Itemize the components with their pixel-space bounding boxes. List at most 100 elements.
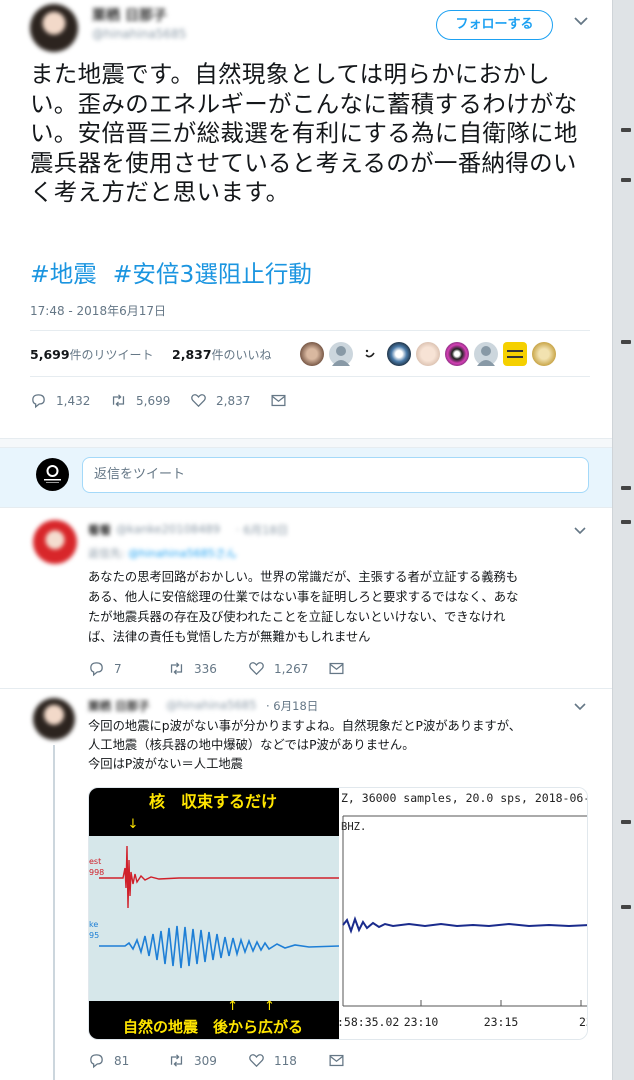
envelope-icon — [329, 1054, 344, 1067]
seismo-tick: :58:35.02 — [337, 1015, 399, 1029]
reply-author-handle[interactable]: @hinahina5685 — [166, 698, 256, 712]
reply-author-name[interactable]: 看看 — [88, 522, 111, 538]
reply-to-handle[interactable]: @hinahina5685さん — [128, 547, 236, 560]
reply-date[interactable]: · 6月18日 — [236, 522, 288, 538]
reply-button[interactable]: 1,432 — [30, 392, 90, 409]
retweet-button[interactable]: 336 — [168, 660, 217, 677]
background-text-fragment — [621, 486, 631, 490]
chevron-down-icon[interactable] — [574, 700, 586, 714]
like-stat[interactable]: 2,837件のいいね — [172, 346, 272, 363]
reply-text-line: ば、法律の責任も覚悟した方が無難かもしれません — [88, 630, 371, 644]
envelope-icon — [329, 662, 344, 675]
background-text-fragment — [621, 520, 631, 524]
like-button[interactable]: 2,837 — [190, 392, 250, 409]
dm-button[interactable] — [270, 392, 296, 409]
reply-date[interactable]: · 6月18日 — [266, 698, 318, 714]
reply-icon — [90, 1054, 103, 1069]
retweet-count: 336 — [194, 661, 217, 676]
retweet-icon — [170, 1054, 183, 1067]
caption-bottom: 自然の地震 後から広がる — [123, 1018, 303, 1036]
like-count: 1,267 — [274, 661, 309, 676]
label-test-year: 998 — [89, 868, 104, 877]
reply-input[interactable]: 返信をツイート — [82, 457, 589, 493]
reply-author-handle[interactable]: @kanke20108489 — [116, 522, 220, 536]
like-button[interactable]: 1,267 — [248, 660, 308, 677]
retweet-stat[interactable]: 5,699件のリツイート — [30, 346, 154, 363]
like-count-action: 2,837 — [216, 393, 251, 408]
hashtag-list: #地震 #安倍3選阻止行動 — [30, 255, 328, 289]
reply-button[interactable]: 81 — [88, 1052, 129, 1069]
hashtag-link[interactable]: #地震 — [30, 260, 97, 288]
reply-text: 今回の地震にp波がない事が分かりますよね。自然現象だとP波がありますが、 人工地… — [88, 717, 598, 774]
reply-text-line: 人工地震（核兵器の地中爆破）などではP波がありません。 — [88, 738, 415, 752]
liker-avatar[interactable] — [300, 342, 324, 366]
attached-image[interactable]: 核 収束するだけ ↓ est 998 ke 95 ↑ ↑ 自然の地震 後から広が… — [88, 787, 588, 1040]
retweet-button[interactable]: 309 — [168, 1052, 217, 1069]
reply-text-line: ある、他人に安倍総理の仕業ではない事を証明しろと要求するではなく、あな — [88, 590, 519, 604]
reply-text-line: あなたの思考回路がおかしい。世界の常識だが、主張する者が立証する義務も — [88, 570, 519, 584]
dm-button[interactable] — [328, 1052, 354, 1069]
label-test: est — [89, 857, 101, 866]
background-text-fragment — [621, 820, 631, 824]
tweet-page: 栗栖 日那子 @hinahina5685 フォローする また地震です。自然現象と… — [0, 0, 612, 1080]
retweet-count: 5,699 — [30, 347, 70, 362]
liker-avatar[interactable] — [474, 342, 498, 366]
reply-icon — [32, 394, 45, 409]
background-page-edge — [612, 0, 634, 1080]
background-text-fragment — [621, 340, 631, 344]
hashtag-link[interactable]: #安倍3選阻止行動 — [113, 260, 312, 288]
author-name[interactable]: 栗栖 日那子 — [92, 5, 167, 25]
seismogram-image: 核 収束するだけ ↓ est 998 ke 95 ↑ ↑ 自然の地震 後から広が… — [89, 788, 588, 1039]
heart-icon — [249, 662, 264, 676]
reply-count: 7 — [114, 661, 122, 676]
liker-avatar[interactable] — [445, 342, 469, 366]
tweet-timestamp[interactable]: 17:48 - 2018年6月17日 — [30, 302, 166, 319]
seismo-channel: BHZ. — [341, 821, 366, 833]
envelope-icon — [271, 394, 286, 407]
liker-avatar[interactable] — [503, 342, 527, 366]
chevron-down-icon[interactable] — [574, 524, 586, 538]
tweet-text: また地震です。自然現象としては明らかにおかしい。歪みのエネルギーがこんなに蓄積す… — [30, 60, 578, 206]
author-handle[interactable]: @hinahina5685 — [92, 27, 186, 41]
arrows-up: ↑ ↑ — [227, 999, 275, 1014]
reply-to-label: 返信先: — [88, 547, 125, 560]
follow-button[interactable]: フォローする — [436, 10, 553, 40]
liker-avatar[interactable] — [387, 342, 411, 366]
reply-avatar[interactable] — [33, 698, 75, 740]
reply-text-line: 今回の地震にp波がない事が分かりますよね。自然現象だとP波がありますが、 — [88, 719, 522, 733]
divider — [0, 688, 612, 689]
reply-composer: 返信をツイート — [0, 448, 612, 508]
reply-count: 81 — [114, 1053, 130, 1068]
reply-avatar[interactable] — [33, 520, 77, 564]
seismo-tick: 23 — [579, 1015, 588, 1029]
like-count: 118 — [274, 1053, 297, 1068]
thread-line — [53, 745, 55, 1080]
like-button[interactable]: 118 — [248, 1052, 297, 1069]
retweet-label: 件のリツイート — [69, 348, 154, 362]
retweet-icon — [112, 394, 125, 407]
reply-author-name[interactable]: 栗栖 日那子 — [88, 698, 150, 714]
reply-text: あなたの思考回路がおかしい。世界の常識だが、主張する者が立証する義務も ある、他… — [88, 567, 598, 647]
background-text-fragment — [621, 128, 631, 132]
reply-to-line: 返信先: @hinahina5685さん — [88, 545, 237, 561]
liker-avatar[interactable] — [532, 342, 556, 366]
label-quake: ke — [89, 920, 98, 929]
like-label: 件のいいね — [211, 348, 272, 362]
chevron-down-icon[interactable] — [574, 15, 588, 29]
reply-button[interactable]: 7 — [88, 660, 122, 677]
dm-button[interactable] — [328, 660, 354, 677]
reply-text-line: 今回はP波がない＝人工地震 — [88, 757, 243, 771]
liker-avatar[interactable] — [329, 342, 353, 366]
liker-avatar[interactable] — [358, 342, 382, 366]
heart-icon — [249, 1054, 264, 1068]
seismo-tick: 23:10 — [404, 1015, 439, 1029]
reply-text-line: たが地震兵器の存在及び使われたことを立証しないといけない、できなけれ — [88, 610, 506, 624]
arrow-down: ↓ — [128, 817, 139, 832]
heart-icon — [191, 394, 206, 408]
current-user-avatar[interactable] — [36, 458, 69, 491]
liker-avatar[interactable] — [416, 342, 440, 366]
retweet-button[interactable]: 5,699 — [110, 392, 170, 409]
like-count: 2,837 — [172, 347, 212, 362]
background-text-fragment — [621, 178, 631, 182]
author-avatar[interactable] — [30, 4, 78, 52]
